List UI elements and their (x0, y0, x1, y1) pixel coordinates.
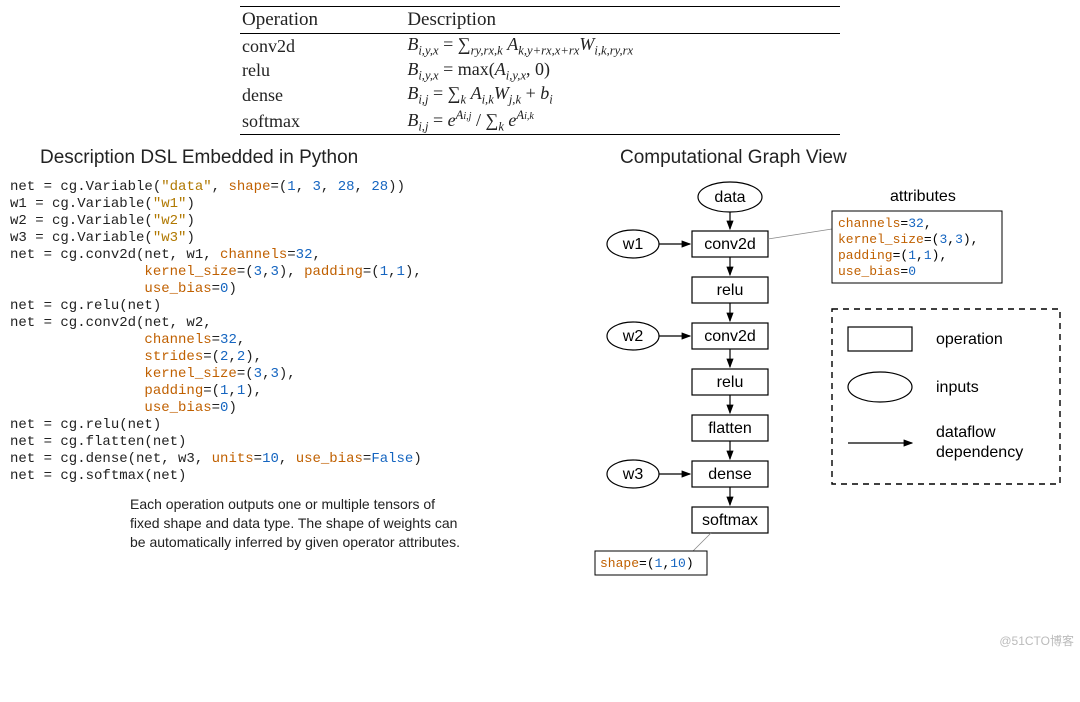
node-conv2d-2-label: conv2d (704, 329, 756, 346)
legend-operation-label: operation (936, 331, 1003, 348)
legend-operation-icon (848, 327, 912, 351)
dsl-title: Description DSL Embedded in Python (40, 147, 530, 169)
attributes-label: attributes (890, 188, 956, 205)
svg-text:channels=32,: channels=32, (838, 216, 932, 231)
shape-text: shape=(1,10) (600, 556, 694, 571)
table-cell-op: softmax (240, 108, 405, 135)
operations-table: Operation Description conv2dBi,y,x = ∑ry… (240, 6, 840, 135)
node-flatten-label: flatten (708, 421, 752, 438)
node-w2-label: w2 (622, 329, 644, 346)
graph-panel: Computational Graph View data conv2d w1 (550, 143, 1070, 649)
legend-inputs-label: inputs (936, 379, 979, 396)
node-data-label: data (714, 190, 745, 207)
table-cell-desc: Bi,j = eAi,j / ∑k eAi,k (405, 108, 840, 135)
table-header-desc: Description (405, 7, 840, 34)
node-w3-label: w3 (622, 467, 644, 484)
table-row: softmaxBi,j = eAi,j / ∑k eAi,k (240, 108, 840, 135)
node-conv2d-1-label: conv2d (704, 237, 756, 254)
table-row: denseBi,j = ∑k Ai,kWj,k + bi (240, 83, 840, 108)
table-cell-op: conv2d (240, 34, 405, 59)
graph-title: Computational Graph View (620, 147, 1070, 169)
node-dense-label: dense (708, 467, 752, 484)
graph-svg: data conv2d w1 relu conv2d w2 (550, 179, 1070, 649)
table-cell-op: dense (240, 83, 405, 108)
table-row: conv2dBi,y,x = ∑ry,rx,k Ak,y+rx,x+rxWi,k… (240, 34, 840, 59)
svg-text:use_bias=0: use_bias=0 (838, 264, 916, 279)
table-cell-desc: Bi,j = ∑k Ai,kWj,k + bi (405, 83, 840, 108)
node-softmax-label: softmax (702, 513, 758, 530)
legend-dep-label-2: dependency (936, 444, 1023, 461)
legend-inputs-icon (848, 372, 912, 402)
dsl-caption: Each operation outputs one or multiple t… (130, 495, 460, 552)
legend-dep-label-1: dataflow (936, 424, 996, 441)
svg-text:kernel_size=(3,3),: kernel_size=(3,3), (838, 232, 978, 247)
table-cell-desc: Bi,y,x = max(Ai,y,x, 0) (405, 59, 840, 84)
svg-text:padding=(1,1),: padding=(1,1), (838, 248, 947, 263)
dsl-panel: Description DSL Embedded in Python net =… (10, 143, 530, 552)
table-header-op: Operation (240, 7, 405, 34)
node-w1-label: w1 (622, 237, 644, 254)
table-row: reluBi,y,x = max(Ai,y,x, 0) (240, 59, 840, 84)
dsl-code: net = cg.Variable("data", shape=(1, 3, 2… (10, 179, 530, 485)
table-cell-op: relu (240, 59, 405, 84)
table-cell-desc: Bi,y,x = ∑ry,rx,k Ak,y+rx,x+rxWi,k,ry,rx (405, 34, 840, 59)
watermark: @51CTO博客 (999, 632, 1074, 649)
node-relu-2-label: relu (717, 375, 744, 392)
node-relu-1-label: relu (717, 283, 744, 300)
